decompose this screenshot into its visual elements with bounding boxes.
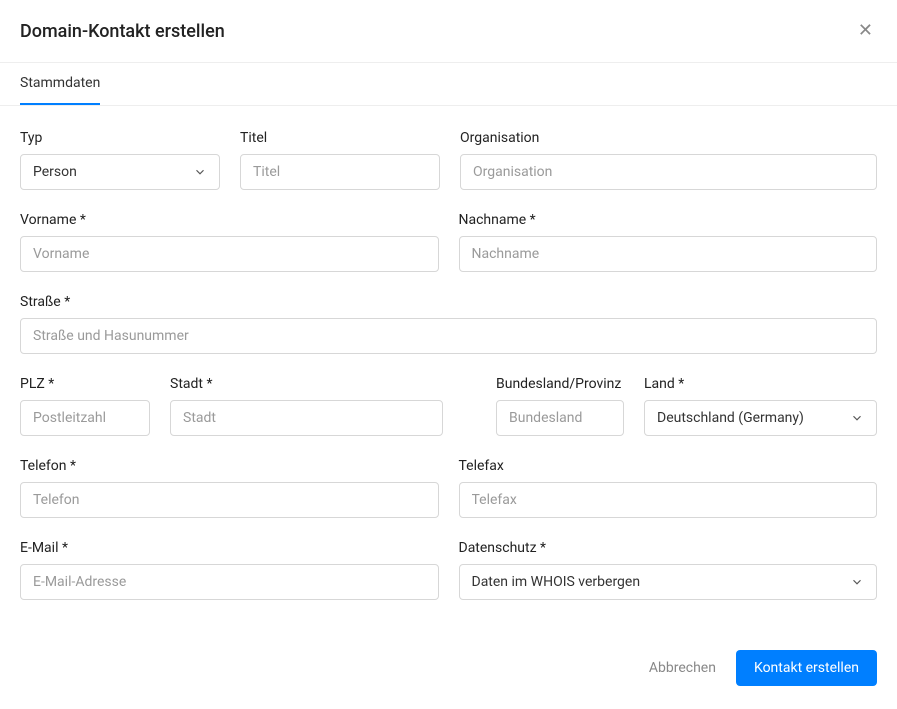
label-city: Stadt * xyxy=(170,376,443,392)
label-phone: Telefon * xyxy=(20,458,439,474)
lastname-input[interactable] xyxy=(459,236,878,272)
phone-input[interactable] xyxy=(20,482,439,518)
fax-input[interactable] xyxy=(459,482,878,518)
label-firstname: Vorname * xyxy=(20,212,439,228)
label-country: Land * xyxy=(644,376,877,392)
modal-title: Domain-Kontakt erstellen xyxy=(20,21,225,42)
chevron-down-icon xyxy=(850,575,864,589)
chevron-down-icon xyxy=(193,165,207,179)
submit-button[interactable]: Kontakt erstellen xyxy=(736,650,877,686)
close-icon: ✕ xyxy=(858,20,873,41)
state-input[interactable] xyxy=(496,400,624,436)
label-type: Typ xyxy=(20,130,220,146)
form: Typ Person Titel Organisation Vorname * xyxy=(0,106,897,642)
title-input[interactable] xyxy=(240,154,440,190)
email-input[interactable] xyxy=(20,564,439,600)
tabs: Stammdaten xyxy=(0,63,897,106)
type-select-value: Person xyxy=(33,164,77,180)
label-privacy: Datenschutz * xyxy=(459,540,878,556)
close-button[interactable]: ✕ xyxy=(854,18,877,44)
label-organisation: Organisation xyxy=(460,130,877,146)
modal-header: Domain-Kontakt erstellen ✕ xyxy=(0,0,897,63)
label-lastname: Nachname * xyxy=(459,212,878,228)
label-state: Bundesland/Provinz xyxy=(496,376,624,392)
label-email: E-Mail * xyxy=(20,540,439,556)
label-title: Titel xyxy=(240,130,440,146)
street-input[interactable] xyxy=(20,318,877,354)
organisation-input[interactable] xyxy=(460,154,877,190)
modal-footer: Abbrechen Kontakt erstellen xyxy=(0,642,897,706)
privacy-select-value: Daten im WHOIS verbergen xyxy=(472,574,641,590)
firstname-input[interactable] xyxy=(20,236,439,272)
chevron-down-icon xyxy=(850,411,864,425)
country-select[interactable]: Deutschland (Germany) xyxy=(644,400,877,436)
label-zip: PLZ * xyxy=(20,376,150,392)
modal-domain-contact: Domain-Kontakt erstellen ✕ Stammdaten Ty… xyxy=(0,0,897,706)
type-select[interactable]: Person xyxy=(20,154,220,190)
label-street: Straße * xyxy=(20,294,877,310)
zip-input[interactable] xyxy=(20,400,150,436)
cancel-button[interactable]: Abbrechen xyxy=(649,650,716,686)
label-fax: Telefax xyxy=(459,458,878,474)
privacy-select[interactable]: Daten im WHOIS verbergen xyxy=(459,564,878,600)
tab-stammdaten[interactable]: Stammdaten xyxy=(20,63,100,105)
city-input[interactable] xyxy=(170,400,443,436)
country-select-value: Deutschland (Germany) xyxy=(657,410,804,426)
